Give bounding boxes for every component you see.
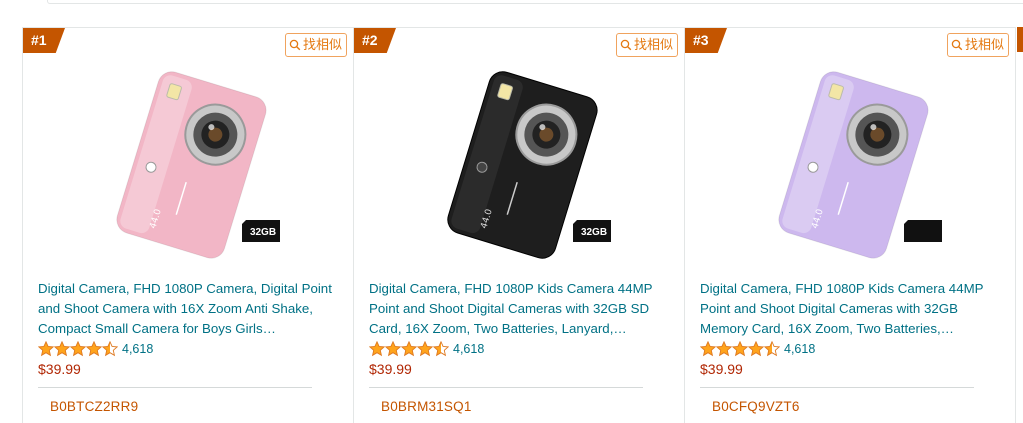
rank-badge: #3	[685, 28, 727, 53]
rating-count-link[interactable]: 4,618	[784, 342, 815, 356]
star-icon	[385, 341, 401, 357]
rating-count-link[interactable]: 4,618	[453, 342, 484, 356]
asin-link[interactable]: B0CFQ9VZT6	[712, 399, 800, 414]
star-icon	[764, 341, 780, 357]
product-price: $39.99	[369, 361, 412, 377]
find-similar-button[interactable]: 找相似	[284, 33, 347, 57]
star-icon	[700, 341, 716, 357]
rating-count-link[interactable]: 4,618	[122, 342, 153, 356]
product-image[interactable]: 44.0 32GB	[414, 66, 634, 276]
divider	[369, 387, 643, 388]
star-rating[interactable]	[369, 341, 449, 357]
search-bar-edge	[47, 0, 1023, 4]
camera-illustration: 44.0	[778, 71, 942, 259]
next-card-rank-badge-edge	[1017, 27, 1023, 52]
memory-card-label: 32GB	[581, 227, 607, 238]
divider	[700, 387, 974, 388]
memory-card-icon	[904, 220, 942, 242]
find-similar-button[interactable]: 找相似	[615, 33, 678, 57]
product-image[interactable]: 44.0	[745, 66, 965, 276]
rank-badge: #1	[23, 28, 65, 53]
rating-row: 4,618	[38, 340, 153, 358]
asin-link[interactable]: B0BRM31SQ1	[381, 399, 472, 414]
star-icon	[102, 341, 118, 357]
star-icon	[748, 341, 764, 357]
star-icon	[369, 341, 385, 357]
star-icon	[732, 341, 748, 357]
star-rating[interactable]	[38, 341, 118, 357]
rating-row: 4,618	[700, 340, 815, 358]
star-icon	[716, 341, 732, 357]
product-title-link[interactable]: Digital Camera, FHD 1080P Kids Camera 44…	[700, 279, 1005, 339]
star-icon	[54, 341, 70, 357]
camera-illustration: 44.0 32GB	[116, 71, 280, 259]
product-grid: #1 找相似 44.0 32GB Digital Camera, FHD 108…	[22, 27, 1023, 423]
find-similar-label: 找相似	[633, 37, 673, 52]
star-icon	[86, 341, 102, 357]
star-icon	[401, 341, 417, 357]
product-card[interactable]: #3 找相似 44.0 Digital Camera, FHD 1080P Ki…	[684, 27, 1016, 423]
star-rating[interactable]	[700, 341, 780, 357]
rating-row: 4,618	[369, 340, 484, 358]
star-icon	[433, 341, 449, 357]
search-icon	[289, 39, 301, 51]
star-icon	[38, 341, 54, 357]
product-image[interactable]: 44.0 32GB	[83, 66, 303, 276]
search-icon	[620, 39, 632, 51]
find-similar-label: 找相似	[964, 37, 1004, 52]
camera-illustration: 44.0 32GB	[447, 71, 611, 259]
product-price: $39.99	[38, 361, 81, 377]
product-title-link[interactable]: Digital Camera, FHD 1080P Kids Camera 44…	[369, 279, 674, 339]
memory-card-icon: 32GB	[242, 220, 280, 242]
product-title-link[interactable]: Digital Camera, FHD 1080P Camera, Digita…	[38, 279, 343, 339]
rank-badge: #2	[354, 28, 396, 53]
star-icon	[417, 341, 433, 357]
find-similar-label: 找相似	[302, 37, 342, 52]
find-similar-button[interactable]: 找相似	[946, 33, 1009, 57]
asin-link[interactable]: B0BTCZ2RR9	[50, 399, 138, 414]
star-icon	[70, 341, 86, 357]
product-card[interactable]: #1 找相似 44.0 32GB Digital Camera, FHD 108…	[22, 27, 354, 423]
memory-card-icon: 32GB	[573, 220, 611, 242]
search-icon	[951, 39, 963, 51]
divider	[38, 387, 312, 388]
product-card[interactable]: #2 找相似 44.0 32GB Digital Camera, FHD 108…	[353, 27, 685, 423]
product-price: $39.99	[700, 361, 743, 377]
memory-card-label: 32GB	[250, 227, 276, 238]
